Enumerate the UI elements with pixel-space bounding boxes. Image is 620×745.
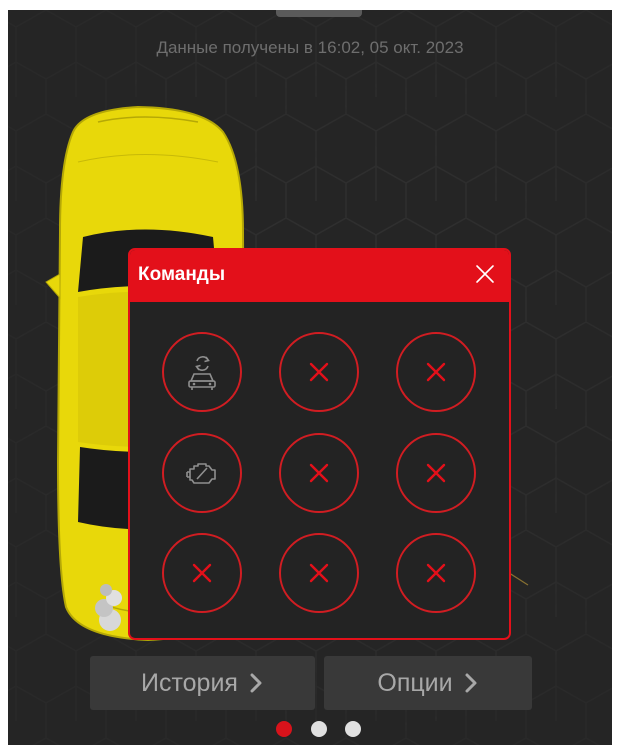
command-button-unavailable[interactable]	[279, 332, 359, 412]
exhaust-smoke-icon	[95, 584, 122, 631]
history-button[interactable]: История	[90, 656, 315, 710]
cross-icon	[309, 362, 329, 382]
remote-start-car-icon	[188, 356, 216, 390]
drag-handle[interactable]	[276, 10, 362, 17]
commands-modal: Команды	[128, 248, 511, 640]
command-engine-button[interactable]	[162, 433, 242, 513]
cross-icon	[309, 563, 329, 583]
command-button-unavailable[interactable]	[396, 533, 476, 613]
engine-icon	[186, 463, 216, 484]
data-timestamp: Данные получены в 16:02, 05 окт. 2023	[156, 38, 464, 57]
commands-modal-header: Команды	[130, 250, 509, 302]
command-button-unavailable[interactable]	[279, 533, 359, 613]
command-button-unavailable[interactable]	[162, 533, 242, 613]
page-dot-active[interactable]	[276, 721, 292, 737]
command-remote-start-button[interactable]	[162, 332, 242, 412]
page-dot[interactable]	[311, 721, 327, 737]
command-button-unavailable[interactable]	[279, 433, 359, 513]
history-button-label: История	[141, 668, 238, 697]
close-icon[interactable]	[473, 262, 497, 286]
cross-icon	[426, 563, 446, 583]
options-button-label: Опции	[377, 668, 453, 697]
chevron-right-icon	[250, 673, 262, 693]
app-screen: Данные получены в 16:02, 05 окт. 2023 Ко…	[8, 10, 612, 745]
cross-icon	[426, 362, 446, 382]
page-dot[interactable]	[345, 721, 361, 737]
cross-icon	[309, 463, 329, 483]
command-button-unavailable[interactable]	[396, 332, 476, 412]
commands-modal-title: Команды	[138, 264, 226, 285]
chevron-right-icon	[465, 673, 477, 693]
options-button[interactable]: Опции	[324, 656, 532, 710]
cross-icon	[426, 463, 446, 483]
cross-icon	[192, 563, 212, 583]
command-button-unavailable[interactable]	[396, 433, 476, 513]
